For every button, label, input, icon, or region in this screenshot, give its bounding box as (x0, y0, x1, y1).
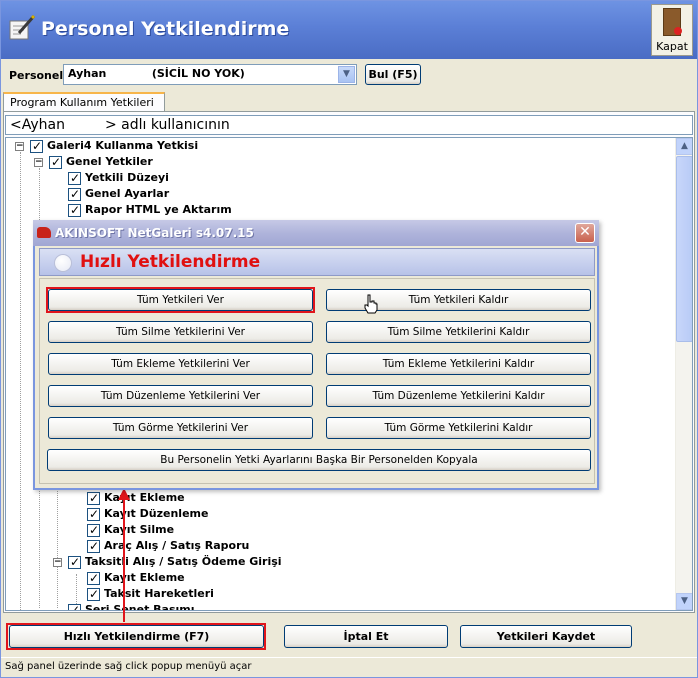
tree-line (20, 152, 21, 610)
hand-cursor-icon (364, 294, 378, 314)
user-header: <Ayhan > adlı kullanıcının (5, 115, 693, 135)
tree-node[interactable]: Taksit Hareketleri (87, 586, 214, 602)
dialog-title-bar: AKINSOFT NetGaleri s4.07.15 ✕ (33, 220, 599, 246)
checkbox-checked[interactable] (30, 138, 43, 154)
save-permissions-button[interactable]: Yetkileri Kaydet (460, 625, 632, 648)
window-title: Personel Yetkilendirme (41, 18, 290, 40)
copy-permissions-button[interactable]: Bu Personelin Yetki Ayarlarını Başka Bir… (47, 449, 591, 471)
checkbox-checked[interactable] (87, 586, 100, 602)
tree-node[interactable]: Kayıt Düzenleme (87, 506, 208, 522)
circle-icon (54, 254, 72, 272)
checkbox-checked[interactable] (87, 570, 100, 586)
revoke-view-button[interactable]: Tüm Görme Yetkilerini Kaldır (326, 417, 591, 439)
checkbox-checked[interactable] (87, 538, 100, 554)
tree-node[interactable]: Yetkili Düzeyi (68, 170, 169, 186)
checkbox-checked[interactable] (68, 602, 81, 610)
revoke-delete-button[interactable]: Tüm Silme Yetkilerini Kaldır (326, 321, 591, 343)
user-header-suffix: > adlı kullanıcının (104, 117, 230, 133)
find-button[interactable]: Bul (F5) (365, 64, 421, 85)
tree-node[interactable]: Rapor HTML ye Aktarım (68, 202, 232, 218)
tree-line (57, 478, 58, 608)
door-icon (663, 8, 682, 36)
grant-add-button[interactable]: Tüm Ekleme Yetkilerini Ver (48, 353, 313, 375)
tree-node[interactable]: −Taksitli Alış / Satış Ödeme Girişi (53, 554, 282, 570)
checkbox-checked[interactable] (68, 170, 81, 186)
tree-node[interactable]: Araç Alış / Satış Raporu (87, 538, 249, 554)
personnel-sicil: (SİCİL NO YOK) (151, 67, 245, 80)
scroll-up-icon[interactable]: ▲ (676, 138, 692, 155)
highlight-box (6, 623, 266, 650)
personnel-label: Personel (9, 69, 64, 82)
scroll-thumb[interactable] (676, 156, 692, 342)
title-bar: Personel Yetkilendirme Kapat (1, 1, 697, 59)
tree-node[interactable]: −Galeri4 Kullanma Yetkisi (15, 138, 198, 154)
dialog-button-panel: Tüm Yetkileri Ver Tüm Silme Yetkilerini … (39, 278, 595, 484)
tree-scrollbar[interactable]: ▲ ▼ (675, 138, 692, 610)
checkbox-checked[interactable] (87, 490, 100, 506)
tree-node[interactable]: Kayıt Ekleme (87, 570, 185, 586)
checkbox-checked[interactable] (68, 186, 81, 202)
personnel-select[interactable]: Ayhan (SİCİL NO YOK) ▼ (63, 64, 357, 85)
revoke-edit-button[interactable]: Tüm Düzenleme Yetkilerini Kaldır (326, 385, 591, 407)
cancel-button[interactable]: İptal Et (284, 625, 448, 648)
scroll-down-icon[interactable]: ▼ (676, 593, 692, 610)
checkbox-checked[interactable] (87, 506, 100, 522)
collapse-icon[interactable]: − (53, 557, 62, 567)
user-header-name: <Ayhan (10, 117, 65, 133)
collapse-icon[interactable]: − (34, 157, 43, 167)
highlight-box (46, 287, 315, 313)
checkbox-checked[interactable] (49, 154, 62, 170)
checkbox-checked[interactable] (87, 522, 100, 538)
close-label: Kapat (656, 40, 688, 53)
tree-node[interactable]: Kayıt Silme (87, 522, 174, 538)
status-bar: Sağ panel üzerinde sağ click popup menüy… (1, 657, 697, 677)
checkbox-checked[interactable] (68, 202, 81, 218)
tree-node[interactable]: Kayıt Ekleme (87, 490, 185, 506)
dialog-title: AKINSOFT NetGaleri s4.07.15 (55, 226, 254, 240)
dialog-heading-bar: Hızlı Yetkilendirme (39, 248, 595, 276)
revoke-add-button[interactable]: Tüm Ekleme Yetkilerini Kaldır (326, 353, 591, 375)
close-button[interactable]: Kapat (651, 4, 693, 56)
car-icon (37, 227, 51, 238)
pen-paper-icon (9, 14, 36, 40)
tree-node[interactable]: Genel Ayarlar (68, 186, 169, 202)
close-icon[interactable]: ✕ (575, 223, 595, 243)
grant-view-button[interactable]: Tüm Görme Yetkilerini Ver (48, 417, 313, 439)
grant-edit-button[interactable]: Tüm Düzenleme Yetkilerini Ver (48, 385, 313, 407)
tree-node[interactable]: Seri Senet Basımı (68, 602, 195, 610)
dialog-heading: Hızlı Yetkilendirme (80, 252, 261, 272)
chevron-down-icon[interactable]: ▼ (338, 66, 355, 83)
quick-auth-dialog: AKINSOFT NetGaleri s4.07.15 ✕ Hızlı Yetk… (33, 220, 599, 490)
checkbox-checked[interactable] (68, 554, 81, 570)
personnel-name: Ayhan (68, 67, 107, 80)
tree-node[interactable]: −Genel Yetkiler (34, 154, 153, 170)
tab-program-usage[interactable]: Program Kullanım Yetkileri (3, 92, 165, 112)
collapse-icon[interactable]: − (15, 141, 24, 151)
grant-delete-button[interactable]: Tüm Silme Yetkilerini Ver (48, 321, 313, 343)
tree-line (76, 574, 77, 604)
